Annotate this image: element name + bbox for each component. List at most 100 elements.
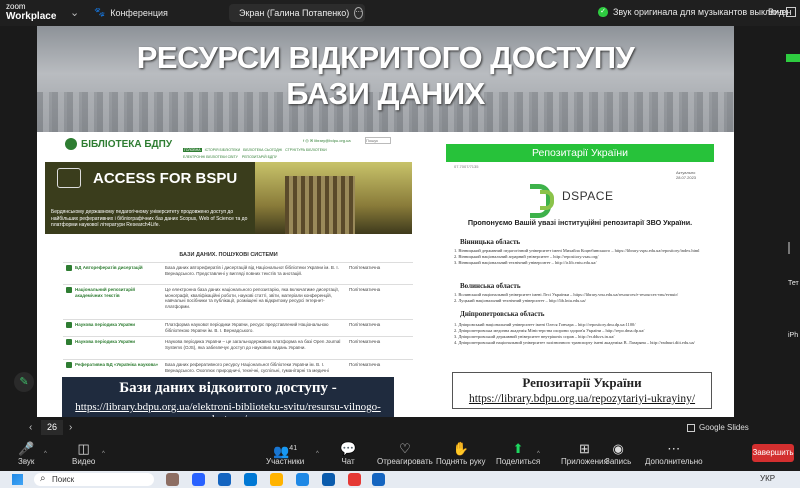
table-row: Реферативна БД «Україніка наукова» База … — [63, 359, 413, 377]
view-button[interactable]: Вид — [768, 7, 784, 17]
table-row: Наукова періодика України Наукова період… — [63, 336, 413, 359]
more-icon[interactable]: ⋯ — [354, 7, 364, 19]
react-label: Отреагировать — [377, 457, 433, 466]
slides-icon — [687, 423, 695, 432]
apps-button[interactable]: ⊞ Приложения — [561, 441, 608, 466]
record-button[interactable]: ◉ Запись — [605, 441, 631, 466]
db-description: База даних реферативного ресурсу Націона… — [165, 362, 329, 373]
repositories-panel: Репозитарії України 07.7007/7135 Актуаль… — [446, 144, 714, 417]
bullet-icon — [66, 362, 72, 368]
library-search-input: Пошук — [365, 137, 391, 144]
bullet-icon — [66, 287, 72, 293]
more-dots-icon: ⋯ — [667, 441, 681, 456]
next-slide-icon[interactable]: › — [69, 422, 72, 433]
caret-up-icon[interactable]: ^ — [316, 451, 319, 457]
access-banner: ACCESS FOR BSPU Бердянському державному … — [45, 162, 412, 234]
nav-item: БІБЛІОТЕКА СЬОГОДНІ — [243, 148, 283, 152]
db-kind: Політематична — [349, 362, 381, 367]
zoom-icon[interactable] — [322, 473, 335, 486]
participants-button[interactable]: 👥41 Участники — [266, 441, 304, 466]
prev-slide-icon[interactable]: ‹ — [29, 422, 32, 433]
dspace-word: DSPACE — [562, 189, 614, 203]
participant-name: Тет — [788, 280, 799, 287]
repo-box-link: https://library.bdpu.org.ua/repozytariyi… — [468, 393, 696, 405]
audio-button[interactable]: 🎤 Звук — [18, 441, 34, 466]
hand-key-icon — [57, 168, 81, 188]
grid-view-icon[interactable] — [786, 7, 796, 17]
caret-up-icon[interactable]: ^ — [102, 451, 105, 457]
db-kind: Політематична — [349, 265, 381, 270]
region-title: Волинська область — [460, 282, 521, 290]
caret-up-icon[interactable]: ^ — [537, 451, 540, 457]
participant-strip: Тет іPh — [786, 26, 800, 420]
caret-up-icon[interactable]: ^ — [44, 451, 47, 457]
access-description: Бердянському державному педагогічному ун… — [51, 209, 248, 228]
chat-button[interactable]: 💬 Чат — [340, 441, 356, 466]
conference-menu[interactable]: 🐾 Конференция — [94, 7, 168, 18]
windows-start-icon[interactable] — [12, 474, 23, 485]
google-slides-label[interactable]: Google Slides — [687, 423, 749, 432]
list-item: 3. Вінницький національний технічний уні… — [454, 260, 597, 265]
original-sound-indicator[interactable]: ✓ Звук оригинала для музыкантов выключен — [598, 7, 791, 17]
end-meeting-button[interactable]: Завершить — [752, 444, 794, 462]
db-description: База даних авторефератів і дисертацій ві… — [165, 265, 339, 276]
record-label: Запись — [605, 457, 632, 466]
chevron-down-icon[interactable]: ⌄ — [70, 6, 79, 19]
library-logo: БІБЛІОТЕКА БДПУ — [65, 138, 172, 150]
hand-icon: ✋ — [452, 441, 469, 456]
slide-banner: РЕСУРСИ ВІДКРИТОГО ДОСТУПУ БАЗИ ДАНИХ — [37, 26, 734, 132]
app-icon[interactable] — [218, 473, 231, 486]
heart-icon: ♡ — [399, 441, 411, 456]
open-access-title: Бази даних відкоитого доступу - — [119, 380, 337, 396]
table-row: Національний репозитарій академічних тек… — [63, 284, 413, 319]
table-row: Наукова періодика України Платформа наук… — [63, 319, 413, 336]
app-icon[interactable] — [166, 473, 179, 486]
react-button[interactable]: ♡ Отреагировать — [377, 441, 433, 466]
db-description: Платформа наукової періодики України, ре… — [165, 322, 329, 333]
db-name: Національний репозитарій академічних тек… — [75, 287, 135, 298]
chrome-icon[interactable] — [348, 473, 361, 486]
more-button[interactable]: ⋯ Дополнительно — [645, 441, 703, 466]
screen-share-pill[interactable]: Экран (Галина Потапенко) ⋯ — [229, 4, 365, 22]
participant-tile[interactable] — [786, 54, 800, 62]
participants-icon: 👥41 — [273, 443, 298, 459]
scroll-handle[interactable] — [788, 242, 790, 254]
chat-icon: 💬 — [340, 441, 357, 456]
shield-check-icon: ✓ — [598, 7, 608, 17]
keyboard-language[interactable]: УКР — [760, 474, 775, 483]
meeting-toolbar: 🎤 Звук ^ ◫ Видео ^ 👥41 Участники ^ 💬 Чат ♡ От… — [0, 436, 800, 471]
taskbar-search[interactable]: Поиск — [34, 472, 154, 486]
logo-line2: Workplace — [6, 11, 57, 22]
share-arrow-icon: ⬆ — [512, 441, 524, 456]
nav-item: ЕЛЕКТРОННІ БІБЛІОТЕКИ СВІТУ — [183, 155, 238, 159]
conference-label: Конференция — [110, 7, 168, 18]
more-label: Дополнительно — [645, 457, 703, 466]
mic-off-icon: 🎤 — [18, 441, 35, 456]
library-logo-text: БІБЛІОТЕКА БДПУ — [81, 138, 173, 150]
library-nav-2: ЕЛЕКТРОННІ БІБЛІОТЕКИ СВІТУ РЕПОЗИТАРІЙ … — [183, 155, 277, 159]
library-nav: ГОЛОВНА ІСТОРІЯ БІБЛІОТЕКИ БІБЛІОТЕКА СЬ… — [183, 148, 327, 152]
slide-number[interactable]: 26 — [41, 420, 63, 435]
list-item: 4. Дніпропетровський національний універ… — [454, 340, 695, 345]
word-icon[interactable] — [372, 473, 385, 486]
app-icon[interactable] — [192, 473, 205, 486]
bullet-icon — [66, 339, 72, 345]
table-row: БД Авторефератів дисертацій База даних а… — [63, 262, 413, 284]
list-item: 2. Луцький національний технічний універ… — [454, 298, 586, 303]
folder-icon[interactable] — [270, 473, 283, 486]
databases-table-title: БАЗИ ДАНИХ. ПОШУКОВІ СИСТЕМИ — [179, 252, 278, 258]
nav-item: ІСТОРІЯ БІБЛІОТЕКИ — [204, 148, 241, 152]
zoom-logo: zoom Workplace — [6, 2, 56, 22]
raise-hand-button[interactable]: ✋ Поднять руку — [436, 441, 485, 466]
university-building-image — [255, 162, 412, 234]
db-name: Наукова періодика України — [75, 322, 136, 327]
app-icon[interactable] — [296, 473, 309, 486]
annotate-pencil-icon[interactable]: ✎ — [14, 372, 34, 392]
region-list: 1. Волинський національний університет і… — [454, 292, 712, 304]
open-access-databases-box: Бази даних відкоитого доступу - https://… — [62, 377, 394, 417]
social-icons: f ◎ ✉ library@bdpu.org.ua — [303, 138, 351, 143]
share-button[interactable]: ⬆ Поделиться — [496, 441, 540, 466]
edge-icon[interactable] — [244, 473, 257, 486]
video-button[interactable]: ◫ Видео — [72, 441, 95, 466]
library-logo-icon — [65, 138, 77, 150]
